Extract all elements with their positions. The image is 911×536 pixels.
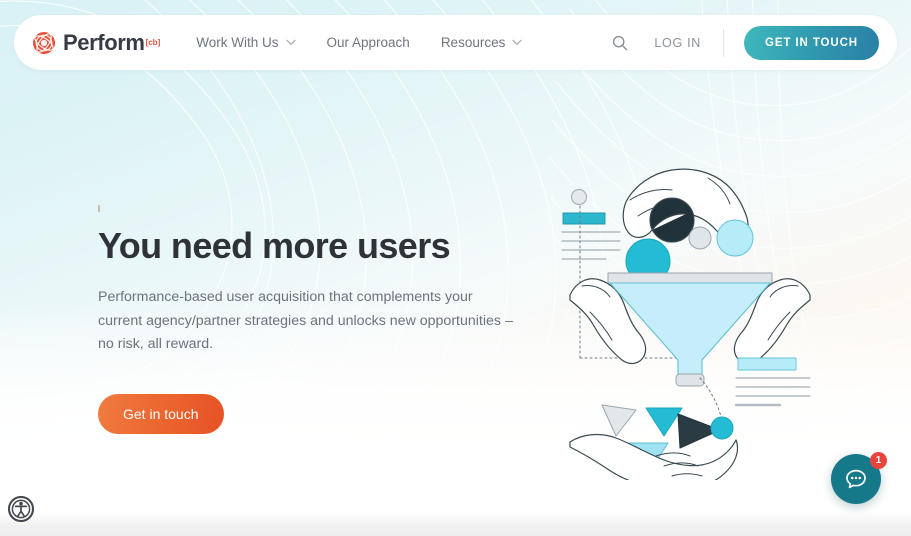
- page-title: You need more users: [98, 225, 451, 266]
- nav-label: Work With Us: [196, 35, 279, 50]
- globe-icon: [33, 31, 55, 54]
- site-header: Perform [cb] Work With Us Our Approach R…: [14, 15, 897, 70]
- logo-text: Perform: [63, 29, 145, 55]
- header-actions: LOG IN GET IN TOUCH: [612, 25, 879, 60]
- header-divider: [722, 28, 724, 57]
- accessibility-icon: [7, 495, 35, 523]
- search-button[interactable]: [612, 35, 628, 51]
- nav-item-work-with-us[interactable]: Work With Us: [196, 35, 296, 50]
- logo-superscript: [cb]: [145, 37, 161, 47]
- chat-widget[interactable]: 1: [831, 452, 889, 512]
- chat-unread-badge: 1: [870, 452, 887, 469]
- hands-funnel-illustration: [561, 168, 811, 480]
- nav-label: Our Approach: [326, 35, 410, 50]
- hero-content: You need more users Performance-based us…: [98, 205, 528, 434]
- nav-label: Resources: [440, 35, 506, 50]
- nav-item-resources[interactable]: Resources: [441, 35, 523, 50]
- login-link[interactable]: LOG IN: [654, 36, 701, 50]
- get-in-touch-button[interactable]: GET IN TOUCH: [743, 25, 879, 60]
- chat-bubble-icon: [846, 469, 866, 489]
- logo[interactable]: Perform [cb]: [32, 31, 160, 55]
- hero-tick-mark: [98, 205, 100, 212]
- chevron-down-icon: [285, 39, 296, 46]
- page-root: Perform [cb] Work With Us Our Approach R…: [0, 0, 911, 536]
- accessibility-button[interactable]: [7, 495, 35, 523]
- chevron-down-icon: [512, 39, 522, 46]
- search-icon: [613, 35, 628, 50]
- main-nav: Work With Us Our Approach Resources: [196, 35, 553, 50]
- nav-item-our-approach[interactable]: Our Approach: [327, 35, 410, 50]
- hero-get-in-touch-button[interactable]: Get in touch: [98, 393, 224, 434]
- hero-subcopy: Performance-based user acquisition that …: [98, 289, 513, 353]
- page-bottom-band: [0, 512, 911, 536]
